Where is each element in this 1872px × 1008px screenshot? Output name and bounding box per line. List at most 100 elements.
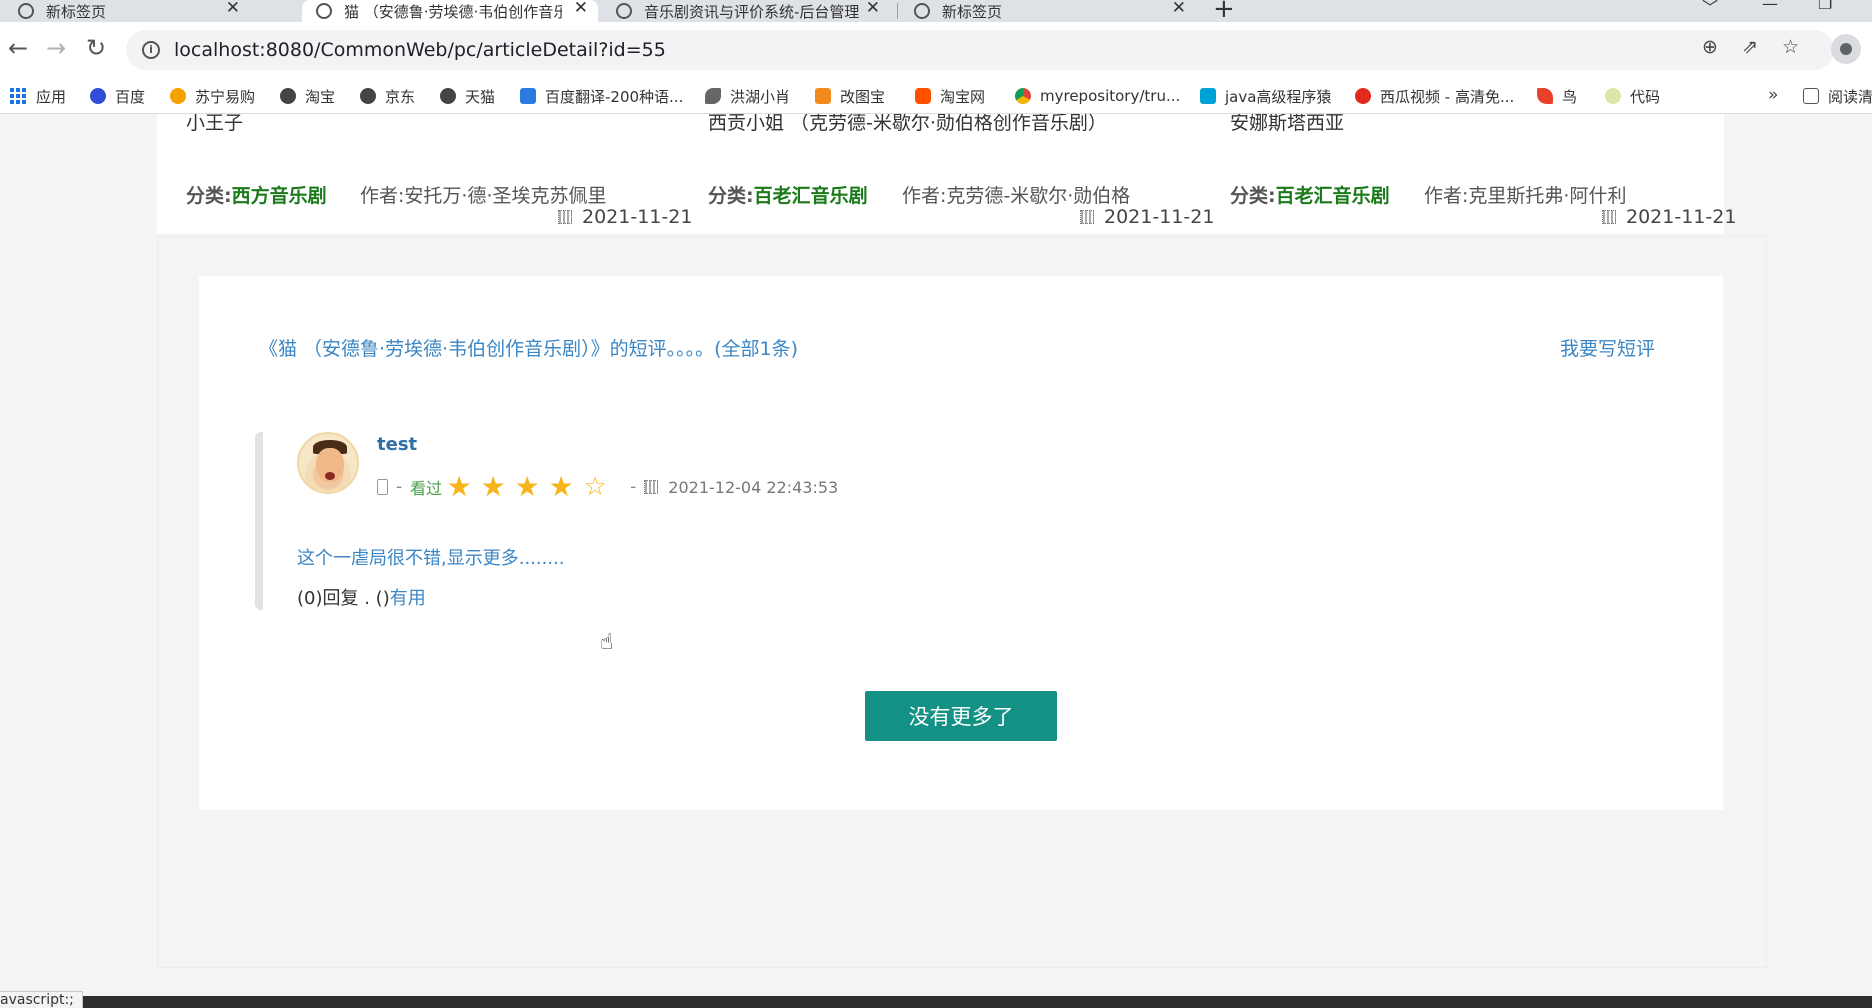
publish-date: 2021-11-21 <box>1602 206 1736 228</box>
star-bookmark-icon[interactable]: ☆ <box>1782 36 1799 58</box>
action-separator: . <box>358 588 376 609</box>
bookmark-label: 百度翻译-200种语... <box>545 87 684 106</box>
bookmarks-bar: 应用 百度 苏宁易购 淘宝 京东 天猫 百度翻译-200种语... 洪湖小肖 改… <box>0 78 1872 114</box>
chevron-down-icon[interactable]: ﹀ <box>1702 0 1718 18</box>
reading-list-icon <box>1803 88 1819 104</box>
profile-avatar-icon[interactable] <box>1831 34 1861 64</box>
no-more-button[interactable]: 没有更多了 <box>865 691 1057 741</box>
related-articles: 小王子 分类:西方音乐剧 作者:安托万·德·圣埃克苏佩里 2021-11-21 … <box>157 114 1736 234</box>
taskbar-strip <box>0 996 1872 1008</box>
browser-tab[interactable]: 新标签页 ✕ <box>900 0 1196 22</box>
globe-icon <box>360 88 376 104</box>
url-text[interactable]: localhost:8080/CommonWeb/pc/articleDetai… <box>174 39 666 61</box>
bookmark-item[interactable]: 洪湖小肖 <box>705 78 790 114</box>
review-content-link[interactable]: 这个一虐局很不错,显示更多........ <box>297 544 565 570</box>
taobao-icon <box>915 88 931 104</box>
calendar-icon <box>1080 210 1094 224</box>
star-filled-icon: ★ <box>548 470 574 503</box>
bookmark-item[interactable]: 京东 <box>360 78 415 114</box>
bookmark-item[interactable]: 淘宝网 <box>915 78 985 114</box>
bookmark-label: myrepository/tru... <box>1040 87 1181 105</box>
info-icon[interactable]: i <box>142 41 160 59</box>
meta-separator: - <box>396 477 403 497</box>
meta-separator: - <box>630 477 637 497</box>
related-article-title[interactable]: 安娜斯塔西亚 <box>1230 114 1344 135</box>
star-filled-icon: ★ <box>480 470 506 503</box>
reading-list-label: 阅读清 <box>1828 87 1872 106</box>
bookmark-label: 西瓜视频 - 高清免... <box>1380 87 1515 106</box>
browser-tab[interactable]: 新标签页 ✕ <box>4 0 250 22</box>
bookmark-item[interactable]: 百度 <box>90 78 145 114</box>
category-label: 分类:百老汇音乐剧 <box>708 185 868 207</box>
bookmark-label: java高级程序猿 <box>1225 87 1332 106</box>
avatar[interactable] <box>297 432 359 494</box>
category-value[interactable]: 百老汇音乐剧 <box>1276 185 1390 207</box>
globe-icon <box>280 88 296 104</box>
apps-grid-icon <box>10 88 26 104</box>
bookmark-item[interactable]: 应用 <box>10 78 66 114</box>
zoom-icon[interactable]: ⊕ <box>1702 36 1718 58</box>
calendar-icon <box>558 210 572 224</box>
tab-title: 新标签页 <box>46 2 107 21</box>
bookmarks-overflow-icon[interactable]: » <box>1768 85 1778 105</box>
share-icon[interactable]: ⇗ <box>1742 36 1758 58</box>
close-icon[interactable]: ✕ <box>1172 0 1186 18</box>
bookmark-label: 京东 <box>385 87 416 106</box>
image-edit-icon <box>815 88 831 104</box>
star-rating: ★ ★ ★ ★ ☆ <box>442 470 612 503</box>
code-leaf-icon <box>1605 88 1621 104</box>
status-bar-url: avascript:; <box>0 991 83 1008</box>
category-label: 分类:百老汇音乐剧 <box>1230 185 1390 207</box>
bookmark-item[interactable]: myrepository/tru... <box>1015 78 1180 114</box>
review-username[interactable]: test <box>377 434 417 455</box>
bookmark-item[interactable]: 苏宁易购 <box>170 78 255 114</box>
bookmark-item[interactable]: 西瓜视频 - 高清免... <box>1355 78 1514 114</box>
review-list-title[interactable]: 《猫 （安德鲁·劳埃德·韦伯创作音乐剧）》的短评。。。。(全部1条) <box>259 334 798 361</box>
bilibili-tv-icon <box>1200 88 1216 104</box>
related-article-title[interactable]: 西贡小姐 （克劳德-米歇尔·勋伯格创作音乐剧） <box>708 114 1107 135</box>
new-tab-icon[interactable]: + <box>1213 0 1235 24</box>
author-text: 作者:克劳德-米歇尔·勋伯格 <box>902 185 1131 207</box>
restore-icon[interactable]: ❐ <box>1818 0 1832 13</box>
publish-date: 2021-11-21 <box>558 206 692 228</box>
bookmark-label: 改图宝 <box>840 87 886 106</box>
browser-tab-active[interactable]: 猫 （安德鲁·劳埃德·韦伯创作音乐 ✕ <box>302 0 598 22</box>
back-arrow-icon[interactable]: ← <box>8 34 28 62</box>
browser-tab-strip: 新标签页 ✕ 猫 （安德鲁·劳埃德·韦伯创作音乐 ✕ 音乐剧资讯与评价系统-后台… <box>0 0 1872 24</box>
globe-icon <box>440 88 456 104</box>
write-review-link[interactable]: 我要写短评 <box>1560 334 1655 361</box>
reply-count[interactable]: (0)回复 <box>297 588 359 609</box>
browser-tab[interactable]: 音乐剧资讯与评价系统-后台管理 ✕ <box>602 0 890 22</box>
star-filled-icon: ★ <box>514 470 540 503</box>
address-bar[interactable]: i localhost:8080/CommonWeb/pc/articleDet… <box>126 30 1834 70</box>
bookmark-item[interactable]: 鸟 <box>1537 78 1577 114</box>
browser-toolbar: ← → ↻ i localhost:8080/CommonWeb/pc/arti… <box>0 22 1872 78</box>
bookmark-label: 淘宝网 <box>940 87 986 106</box>
bookmark-item[interactable]: 淘宝 <box>280 78 335 114</box>
bookmark-item[interactable]: 天猫 <box>440 78 495 114</box>
reload-icon[interactable]: ↻ <box>86 34 106 62</box>
related-article-title[interactable]: 小王子 <box>186 114 243 135</box>
translate-icon <box>520 88 536 104</box>
category-label: 分类:西方音乐剧 <box>186 185 327 207</box>
bookmark-label: 鸟 <box>1562 87 1578 106</box>
close-icon[interactable]: ✕ <box>574 0 588 18</box>
category-value[interactable]: 百老汇音乐剧 <box>754 185 868 207</box>
bookmark-item[interactable]: java高级程序猿 <box>1200 78 1331 114</box>
reading-list-button[interactable]: 阅读清 <box>1803 78 1872 114</box>
globe-icon <box>18 3 34 19</box>
close-icon[interactable]: ✕ <box>226 0 240 18</box>
xigua-play-icon <box>1355 88 1371 104</box>
close-icon[interactable]: ✕ <box>866 0 880 18</box>
bookmark-item[interactable]: 改图宝 <box>815 78 885 114</box>
bookmark-label: 应用 <box>36 87 67 106</box>
bookmark-item[interactable]: 百度翻译-200种语... <box>520 78 683 114</box>
category-value[interactable]: 西方音乐剧 <box>232 185 327 207</box>
minimize-icon[interactable]: — <box>1762 0 1778 13</box>
suning-lion-icon <box>170 88 186 104</box>
tab-title: 猫 （安德鲁·劳埃德·韦伯创作音乐 <box>344 2 562 21</box>
useful-link[interactable]: 有用 <box>390 588 426 609</box>
forward-arrow-icon[interactable]: → <box>46 34 66 62</box>
bookmark-item[interactable]: 代码 <box>1605 78 1660 114</box>
chrome-icon <box>1015 88 1031 104</box>
